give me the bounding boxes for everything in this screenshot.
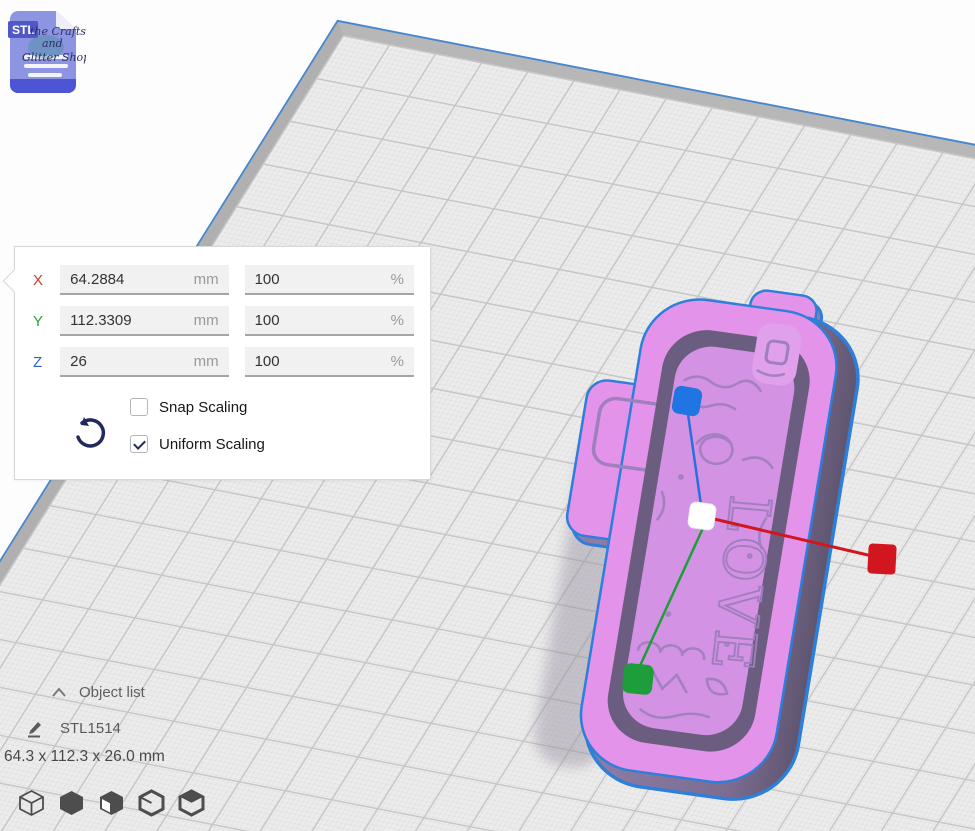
uniform-scale-handle[interactable] (687, 501, 716, 530)
x-size-input[interactable]: 64.2884 mm (60, 265, 228, 295)
z-percent-value: 100 (255, 353, 280, 370)
y-size-unit: mm (194, 312, 219, 329)
y-percent-unit: % (391, 312, 404, 329)
stl-file-badge: STL the Crafts and Glitter Shop (8, 5, 86, 95)
reset-arrow-icon (71, 415, 107, 451)
x-percent-unit: % (391, 271, 404, 288)
z-scale-handle[interactable] (671, 385, 703, 417)
z-size-value: 26 (70, 353, 87, 370)
multiply-object-toolbar (17, 789, 206, 817)
uniform-scaling-checkbox[interactable] (130, 435, 148, 453)
snap-scaling-row: Snap Scaling (130, 398, 247, 416)
cube-top-filled-icon[interactable] (177, 789, 206, 817)
z-axis-label: Z (33, 354, 48, 371)
uniform-scaling-label: Uniform Scaling (159, 436, 265, 453)
svg-text:and: and (42, 37, 63, 50)
x-size-value: 64.2884 (70, 271, 124, 288)
z-percent-input[interactable]: 100 % (245, 347, 414, 377)
scale-tool-panel: X 64.2884 mm 100 % Y 112.3309 mm 100 % Z (14, 246, 431, 480)
object-dimensions: 64.3 x 112.3 x 26.0 mm (4, 748, 165, 766)
object-item-name: STL1514 (60, 720, 121, 737)
x-scale-handle[interactable] (867, 543, 897, 574)
y-size-value: 112.3309 (70, 312, 131, 329)
object-list-toggle[interactable]: Object list (52, 684, 145, 701)
x-percent-value: 100 (255, 271, 280, 288)
snap-scaling-checkbox[interactable] (130, 398, 148, 416)
rename-pencil-icon (26, 719, 45, 738)
chevron-up-icon (52, 688, 66, 697)
y-percent-input[interactable]: 100 % (245, 306, 414, 336)
object-list-title: Object list (79, 684, 145, 701)
y-axis-label: Y (33, 313, 48, 330)
x-size-unit: mm (194, 271, 219, 288)
y-percent-value: 100 (255, 312, 280, 329)
y-axis-row: Y 112.3309 mm 100 % (33, 306, 414, 336)
x-axis-row: X 64.2884 mm 100 % (33, 265, 414, 295)
x-percent-input[interactable]: 100 % (245, 265, 414, 295)
z-percent-unit: % (391, 353, 404, 370)
z-axis-row: Z 26 mm 100 % (33, 347, 414, 377)
cube-wireframe-icon[interactable] (17, 789, 46, 817)
cube-outline-icon[interactable] (137, 789, 166, 817)
cube-solid-icon[interactable] (57, 789, 86, 817)
reset-scale-button[interactable] (71, 415, 107, 451)
y-size-input[interactable]: 112.3309 mm (60, 306, 228, 336)
x-axis-label: X (33, 272, 48, 289)
snap-scaling-label: Snap Scaling (159, 399, 247, 416)
z-size-unit: mm (194, 353, 219, 370)
cube-front-hollow-icon[interactable] (97, 789, 126, 817)
svg-text:Glitter Shop: Glitter Shop (22, 51, 86, 64)
uniform-scaling-row: Uniform Scaling (130, 435, 265, 453)
y-scale-handle[interactable] (622, 663, 655, 696)
z-size-input[interactable]: 26 mm (60, 347, 228, 377)
object-list-item[interactable]: STL1514 (26, 719, 121, 738)
